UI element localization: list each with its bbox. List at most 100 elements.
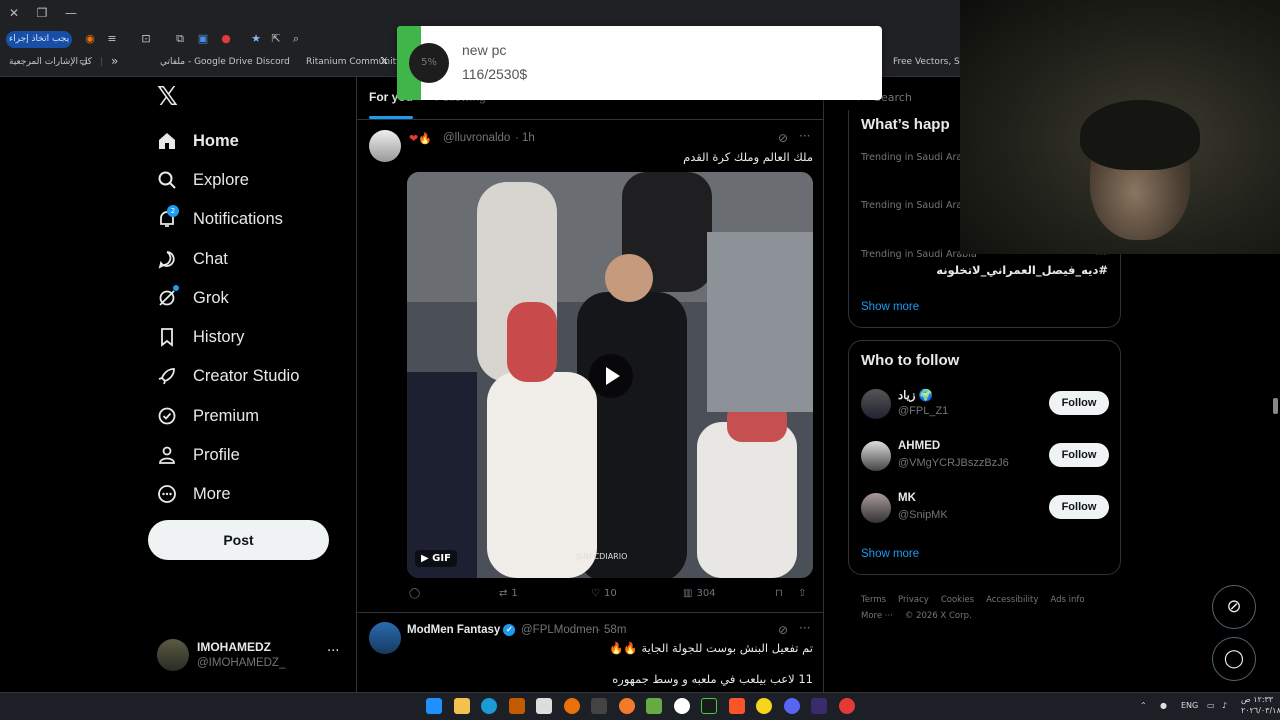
more-icon[interactable]: ··· xyxy=(799,129,810,143)
extension-icon[interactable]: ◉ xyxy=(82,31,98,47)
share-icon[interactable]: ⇱ xyxy=(268,31,284,47)
clock-date[interactable]: ٢٠٢٦/٠٣/١٨ xyxy=(1241,706,1280,715)
close-window-icon[interactable]: ✕ xyxy=(5,4,23,22)
like-button[interactable]: ♡ 10 xyxy=(591,588,617,599)
tweet-handle[interactable]: @lluvronaldo xyxy=(443,132,510,144)
footer-accessibility[interactable]: Accessibility xyxy=(986,595,1038,605)
extension-icon[interactable]: ● xyxy=(218,31,234,47)
follow-button[interactable]: Follow xyxy=(1049,391,1109,415)
post-button[interactable]: Post xyxy=(148,520,329,560)
tweet-handle[interactable]: @FPLModmen xyxy=(521,624,599,636)
brave-icon[interactable] xyxy=(729,698,745,714)
clock-time[interactable]: ١٢:٣٣ ص xyxy=(1241,695,1273,704)
bookmark-google-drive[interactable]: ملفاتي - Google Drive xyxy=(160,57,253,67)
account-switcher[interactable]: IMOHAMEDZ @IMOHAMEDZ_ ··· xyxy=(155,636,345,676)
footer-more[interactable]: More ··· xyxy=(861,611,893,621)
views-button[interactable]: ▥ 304 xyxy=(683,588,716,599)
bookmark-icon xyxy=(155,325,179,349)
restore-window-icon[interactable]: ❐ xyxy=(33,4,51,22)
bookmark-discord[interactable]: Discord xyxy=(256,57,290,67)
tweet-author[interactable]: ModMen Fantasy ✓ xyxy=(407,624,516,636)
more-icon[interactable]: ··· xyxy=(799,621,810,635)
minimize-window-icon[interactable]: — xyxy=(62,4,80,22)
grok-icon[interactable]: ⊘ xyxy=(778,131,788,145)
app-icon[interactable] xyxy=(646,698,662,714)
trends-show-more[interactable]: Show more xyxy=(861,301,919,313)
play-button[interactable] xyxy=(589,354,633,398)
tweet-text-line2: 11 لاعب بيلعب في ملعبه و وسط جمهوره xyxy=(612,672,813,686)
nav-grok[interactable]: Grok xyxy=(155,283,229,313)
share-icon: ⇧ xyxy=(798,588,807,599)
action-required-button[interactable]: يجب اتخاذ إجراء xyxy=(6,31,72,48)
follow-button[interactable]: Follow xyxy=(1049,443,1109,467)
share-button[interactable]: ⇧ xyxy=(798,588,806,599)
tweet-time[interactable]: · 1h xyxy=(515,132,535,144)
bookmark-star-icon[interactable]: ★ xyxy=(248,31,264,47)
network-icon[interactable]: ▭ xyxy=(1207,701,1215,710)
screenshot-icon[interactable]: ⊡ xyxy=(138,31,154,47)
nav-premium[interactable]: Premium xyxy=(155,401,259,431)
tray-arrow-icon[interactable]: ⌃ xyxy=(1140,701,1147,710)
messages-float-button[interactable]: ◯ xyxy=(1212,637,1256,681)
tweet-media[interactable]: ▶ GIF @NFCDIARIO xyxy=(407,172,813,578)
notepad-icon[interactable] xyxy=(536,698,552,714)
follow-suggestion[interactable]: MK @SnipMK Follow xyxy=(861,489,1111,529)
trend-meta[interactable]: Trending in Saudi Arab xyxy=(861,152,968,163)
nav-label: Chat xyxy=(193,249,228,268)
avatar[interactable] xyxy=(369,622,401,654)
trend-meta[interactable]: Trending in Saudi Arab xyxy=(861,200,968,211)
follow-show-more[interactable]: Show more xyxy=(861,548,919,560)
retweet-button[interactable]: ⇄ 1 xyxy=(499,588,518,599)
follow-suggestion[interactable]: زياد 🌍 @FPL_Z1 Follow xyxy=(861,385,1111,425)
nav-home[interactable]: Home xyxy=(155,126,239,156)
bookmarks-overflow-icon[interactable]: » xyxy=(111,54,118,68)
nav-notifications[interactable]: 2 Notifications xyxy=(155,204,283,234)
illustrator-icon[interactable] xyxy=(509,698,525,714)
footer-ads-info[interactable]: Ads info xyxy=(1050,595,1084,605)
person-icon xyxy=(155,443,179,467)
app-icon[interactable] xyxy=(811,698,827,714)
terminal-icon[interactable] xyxy=(591,698,607,714)
volume-icon[interactable]: ♪ xyxy=(1222,701,1227,710)
grok-float-button[interactable]: ⊘ xyxy=(1212,585,1256,629)
account-name: IMOHAMEDZ xyxy=(197,640,271,654)
app-icon[interactable] xyxy=(839,698,855,714)
more-icon[interactable]: ··· xyxy=(327,644,339,659)
bookmark-button[interactable]: ⊓ xyxy=(775,588,783,599)
footer-cookies[interactable]: Cookies xyxy=(941,595,974,605)
grok-icon[interactable]: ⊘ xyxy=(778,623,788,637)
x-bookmark-icon[interactable]: 𝕏 xyxy=(380,56,388,67)
footer-privacy[interactable]: Privacy xyxy=(898,595,929,605)
app-icon[interactable] xyxy=(701,698,717,714)
nav-chat[interactable]: Chat xyxy=(155,244,228,274)
extension-icon[interactable]: ≡ xyxy=(104,31,120,47)
discord-icon[interactable] xyxy=(784,698,800,714)
nav-profile[interactable]: Profile xyxy=(155,440,240,470)
mic-icon[interactable]: ● xyxy=(1160,701,1167,710)
extension-icon[interactable]: ▣ xyxy=(195,31,211,47)
nav-history[interactable]: History xyxy=(155,322,244,352)
language-indicator[interactable]: ENG xyxy=(1181,701,1198,710)
reply-button[interactable]: ◯ xyxy=(409,588,420,599)
avatar xyxy=(861,441,891,471)
follow-suggestion[interactable]: AHMED @VMgYCRJBszzBzJ6 Follow xyxy=(861,437,1111,477)
nav-explore[interactable]: Explore xyxy=(155,165,249,195)
scrollbar-thumb[interactable] xyxy=(1273,398,1278,414)
nav-more[interactable]: More xyxy=(155,479,231,509)
avatar[interactable] xyxy=(369,130,401,162)
follow-button[interactable]: Follow xyxy=(1049,495,1109,519)
trend-title[interactable]: #ديه_فيصل_العمراني_لاتخلونه xyxy=(861,263,1108,277)
start-icon[interactable] xyxy=(426,698,442,714)
x-logo-icon[interactable]: 𝕏 xyxy=(157,84,179,110)
app-icon[interactable] xyxy=(674,698,690,714)
app-icon[interactable] xyxy=(756,698,772,714)
chrome-icon[interactable] xyxy=(564,698,580,714)
tweet-time[interactable]: · 58m xyxy=(597,624,626,636)
edge-icon[interactable] xyxy=(481,698,497,714)
footer-terms[interactable]: Terms xyxy=(861,595,886,605)
file-explorer-icon[interactable] xyxy=(454,698,470,714)
extensions-icon[interactable]: ⧉ xyxy=(172,31,188,47)
blender-icon[interactable] xyxy=(619,698,635,714)
zoom-icon[interactable]: ⌕ xyxy=(288,31,304,47)
nav-creator-studio[interactable]: Creator Studio xyxy=(155,361,299,391)
